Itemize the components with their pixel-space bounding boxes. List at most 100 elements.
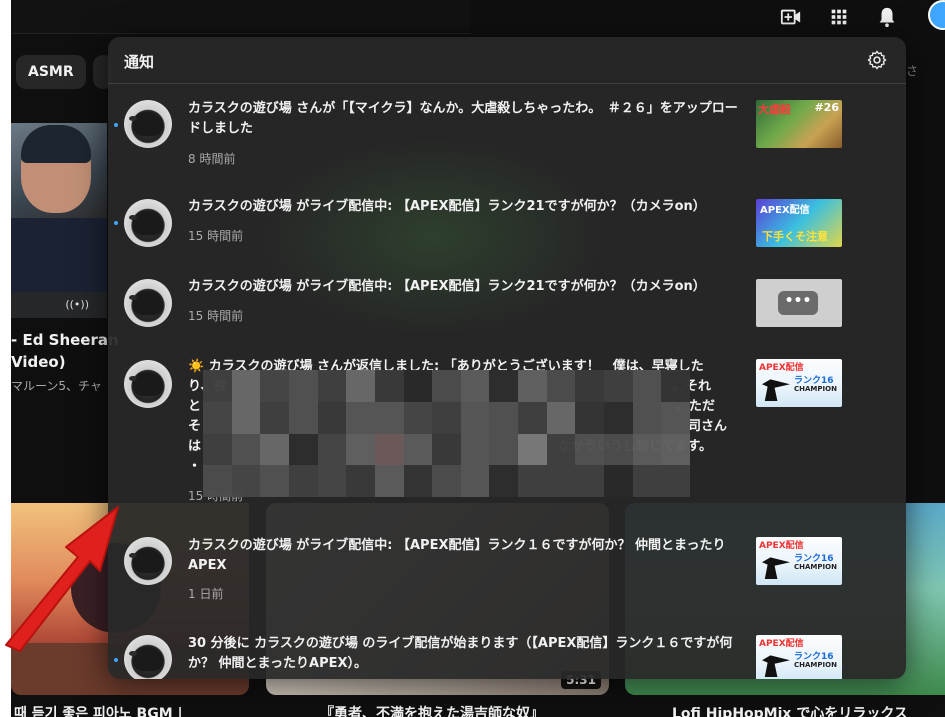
mosaic-cell bbox=[288, 401, 318, 434]
mosaic-cell bbox=[661, 433, 690, 466]
channel-avatar[interactable] bbox=[124, 537, 172, 585]
channel-avatar[interactable] bbox=[124, 199, 172, 247]
channel-avatar[interactable] bbox=[124, 100, 172, 148]
mosaic-cell bbox=[260, 401, 289, 434]
notification-time: 15 時間前 bbox=[188, 229, 244, 243]
search-bar-area[interactable] bbox=[11, 0, 471, 34]
mosaic-cell bbox=[575, 465, 605, 497]
mosaic-cell bbox=[432, 465, 461, 497]
mosaic-cell bbox=[546, 465, 576, 497]
mosaic-cell bbox=[661, 465, 690, 497]
mosaic-cell bbox=[346, 433, 375, 466]
mosaic-cell bbox=[374, 433, 404, 466]
notification-thumbnail[interactable]: APEX配信 ランク16 CHAMPION bbox=[756, 635, 842, 679]
live-radio-icon: ((•)) bbox=[11, 292, 107, 318]
mosaic-cell bbox=[489, 433, 519, 466]
mosaic-cell bbox=[231, 401, 261, 434]
notification-text: カラスクの遊び場 がライブ配信中: 【APEX配信】ランク１６ですが何か？ 仲間… bbox=[188, 538, 726, 573]
video-title[interactable]: - Ed Sheeran bbox=[11, 331, 119, 349]
video-title-piano[interactable]: 때 듣기 좋은 피아노 BGM | bbox=[14, 703, 183, 717]
mosaic-cell bbox=[518, 401, 547, 434]
notification-item[interactable]: 30 分後に カラスクの遊び場 のライブ配信が始まります（【APEX配信】ランク… bbox=[108, 634, 906, 679]
notification-item[interactable]: カラスクの遊び場 がライブ配信中: 【APEX配信】ランク21ですが何か？（カメ… bbox=[108, 197, 906, 257]
redaction-mosaic bbox=[203, 370, 690, 497]
mosaic-cell bbox=[575, 401, 605, 434]
bell-icon[interactable] bbox=[876, 6, 898, 28]
mosaic-cell bbox=[432, 370, 461, 402]
mosaic-cell bbox=[203, 465, 232, 497]
mosaic-cell bbox=[403, 433, 433, 466]
mosaic-cell bbox=[604, 433, 633, 466]
mosaic-cell bbox=[288, 465, 318, 497]
channel-avatar[interactable] bbox=[124, 635, 172, 679]
mosaic-cell bbox=[231, 465, 261, 497]
mosaic-cell bbox=[432, 401, 461, 434]
mosaic-cell bbox=[317, 401, 347, 434]
red-arrow-annotation bbox=[5, 506, 119, 652]
mosaic-cell bbox=[346, 401, 375, 434]
notification-thumbnail[interactable]: ••• bbox=[756, 279, 842, 327]
mosaic-cell bbox=[518, 433, 547, 466]
mosaic-cell bbox=[203, 401, 232, 434]
mosaic-cell bbox=[260, 370, 289, 402]
mosaic-cell bbox=[374, 401, 404, 434]
video-title-middle[interactable]: 『勇者、不満を抱えた湯吉師な奴』 bbox=[320, 703, 544, 717]
mosaic-cell bbox=[604, 370, 633, 402]
mosaic-cell bbox=[260, 465, 289, 497]
notification-item[interactable]: カラスクの遊び場 がライブ配信中: 【APEX配信】ランク１６ですが何か？ 仲間… bbox=[108, 537, 906, 607]
mosaic-cell bbox=[489, 370, 519, 402]
settings-gear-icon[interactable] bbox=[866, 49, 888, 71]
notification-time: 1 日前 bbox=[188, 587, 224, 601]
mosaic-cell bbox=[632, 433, 662, 466]
video-title-line2[interactable]: Video) bbox=[11, 353, 66, 371]
notification-text: カラスクの遊び場 がライブ配信中: 【APEX配信】ランク21ですが何か？（カメ… bbox=[188, 199, 706, 214]
mosaic-cell bbox=[661, 401, 690, 434]
mosaic-cell bbox=[460, 465, 490, 497]
mosaic-cell bbox=[546, 401, 576, 434]
notification-thumbnail[interactable]: APEX配信 下手くそ注意 bbox=[756, 199, 842, 247]
search-hint: さ bbox=[906, 64, 919, 78]
channel-name[interactable]: マルーン5、チャ bbox=[11, 377, 102, 394]
mosaic-cell bbox=[632, 370, 662, 402]
channel-avatar[interactable] bbox=[124, 360, 172, 408]
notification-thumbnail[interactable]: 大虐殺 #26 bbox=[756, 100, 842, 148]
video-title-lofi[interactable]: Lofi HipHopMix で心をリラックス bbox=[672, 703, 908, 717]
notification-text: カラスクの遊び場 がライブ配信中: 【APEX配信】ランク21ですが何か？（カメ… bbox=[188, 279, 706, 294]
channel-avatar[interactable] bbox=[124, 279, 172, 327]
mosaic-cell bbox=[460, 401, 490, 434]
notifications-header: 通知 bbox=[108, 37, 906, 84]
notification-item[interactable]: カラスクの遊び場 さんが「【マイクラ】なんか。大虐殺しちゃったわ。 ＃２６」をア… bbox=[108, 97, 906, 175]
mosaic-cell bbox=[260, 433, 289, 466]
notifications-panel: 通知 カラスクの遊び場 さんが「【マイクラ】なんか。大虐殺しちゃったわ。 ＃２６… bbox=[108, 37, 906, 679]
notification-thumbnail[interactable]: APEX配信 ランク16 CHAMPION bbox=[756, 359, 842, 407]
mosaic-cell bbox=[604, 401, 633, 434]
mosaic-cell bbox=[518, 370, 547, 402]
unread-indicator bbox=[114, 123, 118, 127]
mosaic-cell bbox=[632, 465, 662, 497]
mosaic-cell bbox=[460, 433, 490, 466]
mosaic-cell bbox=[632, 401, 662, 434]
mosaic-cell bbox=[346, 370, 375, 402]
apps-grid-icon[interactable] bbox=[828, 6, 850, 28]
mosaic-cell bbox=[546, 433, 576, 466]
mosaic-cell bbox=[489, 401, 519, 434]
mosaic-cell bbox=[374, 370, 404, 402]
unread-indicator bbox=[114, 221, 118, 225]
panel-title: 通知 bbox=[124, 53, 155, 71]
mosaic-cell bbox=[432, 433, 461, 466]
notification-thumbnail[interactable]: APEX配信 ランク16 CHAMPION bbox=[756, 537, 842, 585]
mosaic-cell bbox=[288, 370, 318, 402]
mosaic-cell bbox=[661, 370, 690, 402]
mosaic-cell bbox=[604, 465, 633, 497]
mosaic-cell bbox=[317, 433, 347, 466]
notification-item[interactable]: カラスクの遊び場 がライブ配信中: 【APEX配信】ランク21ですが何か？（カメ… bbox=[108, 277, 906, 337]
create-video-icon[interactable] bbox=[780, 6, 802, 28]
video-thumbnail-ed-sheeran[interactable]: ((•)) bbox=[11, 123, 107, 318]
mosaic-cell bbox=[403, 401, 433, 434]
filter-chip-asmr[interactable]: ASMR bbox=[16, 55, 86, 89]
mosaic-cell bbox=[460, 370, 490, 402]
mosaic-cell bbox=[231, 433, 261, 466]
notification-time: 8 時間前 bbox=[188, 152, 236, 166]
mosaic-cell bbox=[346, 465, 375, 497]
mosaic-cell bbox=[374, 465, 404, 497]
